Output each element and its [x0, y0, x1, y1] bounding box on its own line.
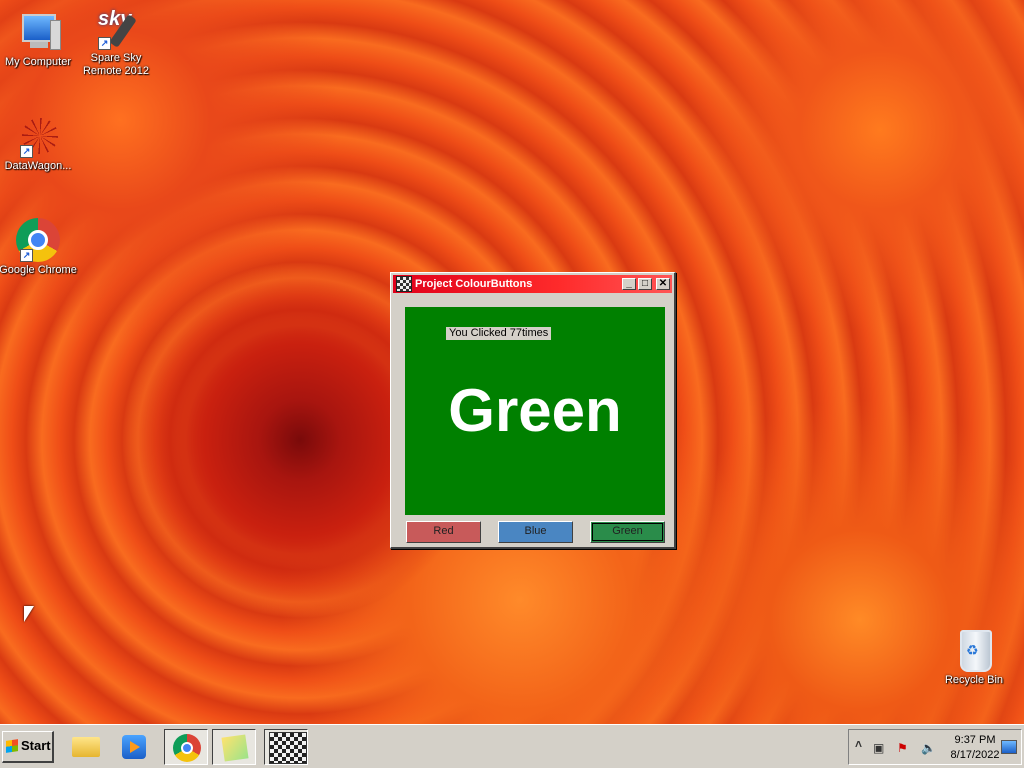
datawagon-icon: ↗ [16, 114, 60, 158]
click-count-label: You Clicked 77times [446, 327, 552, 340]
media-player-icon [122, 735, 146, 759]
red-button[interactable]: Red [406, 521, 481, 543]
computer-icon [16, 10, 61, 54]
desktop-icon-datawagon[interactable]: ↗ DataWagon... [0, 114, 78, 173]
desktop-icon-label: DataWagon... [4, 160, 72, 172]
maximize-button[interactable]: □ [638, 278, 652, 290]
app-icon [396, 276, 412, 292]
desktop-icon-spare-sky-remote[interactable]: sky ↗ Spare Sky Remote 2012 [76, 6, 156, 78]
sticky-notes-icon [221, 734, 249, 762]
taskbar-chrome[interactable] [164, 729, 208, 765]
blue-button[interactable]: Blue [498, 521, 573, 543]
sky-remote-icon: sky ↗ [94, 6, 138, 50]
colourbuttons-window[interactable]: Project ColourButtons _ □ ✕ You Clicked … [390, 272, 676, 549]
file-explorer-icon [72, 737, 100, 757]
colourbuttons-app-icon [269, 732, 307, 764]
desktop-icon-label: Google Chrome [0, 264, 77, 276]
clock-time[interactable]: 9:37 PM [949, 734, 1001, 746]
mouse-cursor-icon [24, 606, 34, 622]
window-titlebar[interactable]: Project ColourButtons _ □ ✕ [393, 275, 672, 293]
shortcut-arrow-icon: ↗ [20, 145, 33, 158]
taskbar-sticky-notes[interactable] [212, 729, 256, 765]
network-icon[interactable]: ▣ [873, 742, 884, 754]
desktop-icon-recycle-bin[interactable]: ♻ Recycle Bin [934, 628, 1014, 687]
shortcut-arrow-icon: ↗ [20, 249, 33, 262]
show-hidden-icons-button[interactable]: ˄ [855, 738, 862, 750]
taskbar-media-player[interactable] [112, 729, 156, 765]
start-button[interactable]: Start [2, 731, 54, 763]
recycle-bin-icon: ♻ [952, 628, 996, 672]
minimize-button[interactable]: _ [622, 278, 636, 290]
volume-icon[interactable]: 🔈 [921, 742, 936, 754]
show-desktop-icon[interactable] [1001, 740, 1017, 754]
taskbar: Start ˄ ▣ ⚑ 🔈 9:37 PM 8/17/2022 [0, 724, 1024, 768]
chrome-icon: ↗ [16, 218, 60, 262]
window-title: Project ColourButtons [415, 278, 533, 290]
windows-logo-icon [6, 739, 18, 753]
desktop-icon-my-computer[interactable]: My Computer [0, 10, 78, 69]
system-tray: ˄ ▣ ⚑ 🔈 9:37 PM 8/17/2022 [848, 729, 1022, 765]
clock-date[interactable]: 8/17/2022 [945, 749, 1005, 761]
action-center-icon[interactable]: ⚑ [897, 742, 908, 754]
desktop-icon-label: Spare Sky Remote 2012 [82, 52, 150, 77]
desktop-icon-label: Recycle Bin [944, 674, 1004, 686]
current-colour-text: Green [448, 377, 622, 444]
colour-display-panel: You Clicked 77times Green [405, 307, 665, 515]
chrome-icon [173, 734, 201, 762]
start-label: Start [21, 738, 51, 753]
close-button[interactable]: ✕ [656, 278, 670, 290]
taskbar-file-explorer[interactable] [64, 729, 108, 765]
desktop-icon-google-chrome[interactable]: ↗ Google Chrome [0, 218, 78, 277]
shortcut-arrow-icon: ↗ [98, 37, 111, 50]
green-button[interactable]: Green [590, 521, 665, 543]
taskbar-colourbuttons-app[interactable] [264, 729, 308, 765]
desktop-icon-label: My Computer [4, 56, 72, 68]
